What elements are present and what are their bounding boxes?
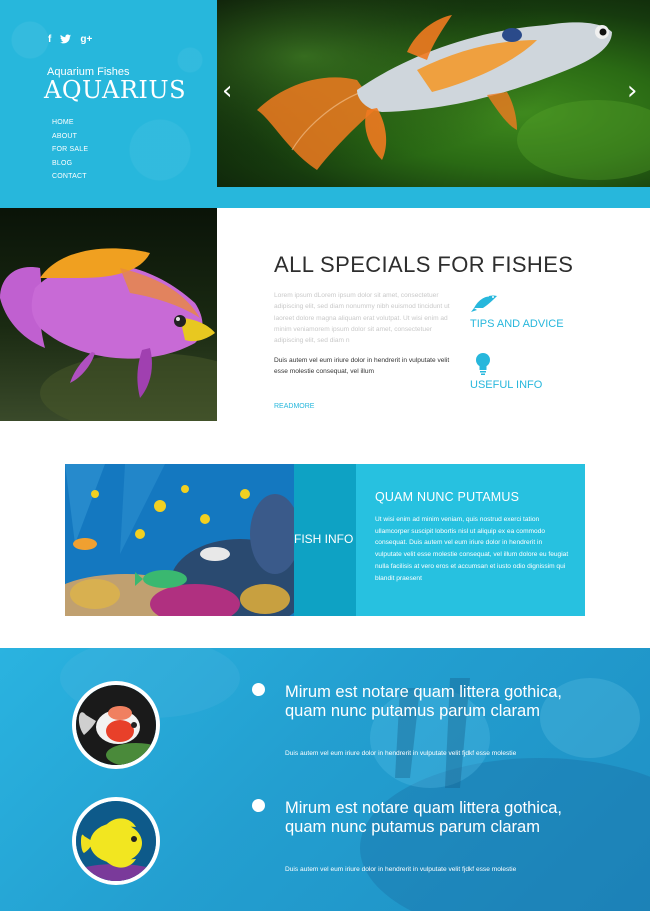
site-logo[interactable]: AQUARIUS (44, 76, 186, 104)
guppy-fish-image (217, 0, 650, 187)
feature-1-title: Mirum est notare quam littera gothica, q… (285, 683, 562, 720)
facebook-icon[interactable]: f (48, 34, 51, 48)
menu-item-contact[interactable]: CONTACT (52, 170, 88, 184)
useful-info-link[interactable]: USEFUL INFO (470, 379, 542, 391)
menu-item-home[interactable]: HOME (52, 116, 88, 130)
fish-info-text: Ut wisi enim ad minim veniam, quis nostr… (375, 516, 569, 582)
lightbulb-icon (475, 353, 491, 380)
yellow-tang-image (72, 797, 160, 885)
menu-item-blog[interactable]: BLOG (52, 157, 88, 171)
specials-intro-text: Lorem ipsum dLorem ipsum dolor sit amet,… (274, 292, 450, 345)
coral-reef-image (65, 464, 294, 616)
feature-2-title: Mirum est notare quam littera gothica, q… (285, 799, 562, 836)
tips-and-advice-link[interactable]: TIPS AND ADVICE (470, 318, 564, 330)
slider-next-button[interactable]: › (627, 78, 637, 104)
menu-item-about[interactable]: ABOUT (52, 130, 88, 144)
menu-item-for-sale[interactable]: FOR SALE (52, 143, 88, 157)
social-links: f g+ (48, 34, 92, 48)
header: f g+ Aquarium Fishes AQUARIUS HOME ABOUT… (0, 0, 650, 208)
goldfish-image (72, 681, 160, 769)
fish-info-tab-label[interactable]: FISH INFO (294, 532, 353, 546)
bullet-icon (252, 683, 265, 696)
feature-2-text: Duis autem vel eum iriure dolor in hendr… (285, 866, 517, 873)
specials-title: ALL SPECIALS FOR FISHES (274, 252, 574, 277)
fish-icon (471, 290, 499, 319)
twitter-icon[interactable] (60, 34, 72, 48)
anthias-fish-image (0, 208, 217, 421)
specials-highlight-text: Duis autem vel eum iriure dolor in hendr… (274, 357, 450, 376)
main-menu: HOME ABOUT FOR SALE BLOG CONTACT (52, 116, 88, 184)
hero-divider (0, 187, 650, 208)
bullet-icon (252, 799, 265, 812)
hero-slider (217, 0, 650, 187)
feature-1-text: Duis autem vel eum iriure dolor in hendr… (285, 750, 517, 757)
fish-info-title: QUAM NUNC PUTAMUS (375, 490, 520, 504)
google-plus-icon[interactable]: g+ (80, 34, 92, 48)
page: f g+ Aquarium Fishes AQUARIUS HOME ABOUT… (0, 0, 650, 911)
sidebar: f g+ Aquarium Fishes AQUARIUS HOME ABOUT… (0, 0, 217, 187)
readmore-link[interactable]: READMORE (274, 403, 314, 410)
slider-prev-button[interactable]: ‹ (222, 78, 232, 104)
